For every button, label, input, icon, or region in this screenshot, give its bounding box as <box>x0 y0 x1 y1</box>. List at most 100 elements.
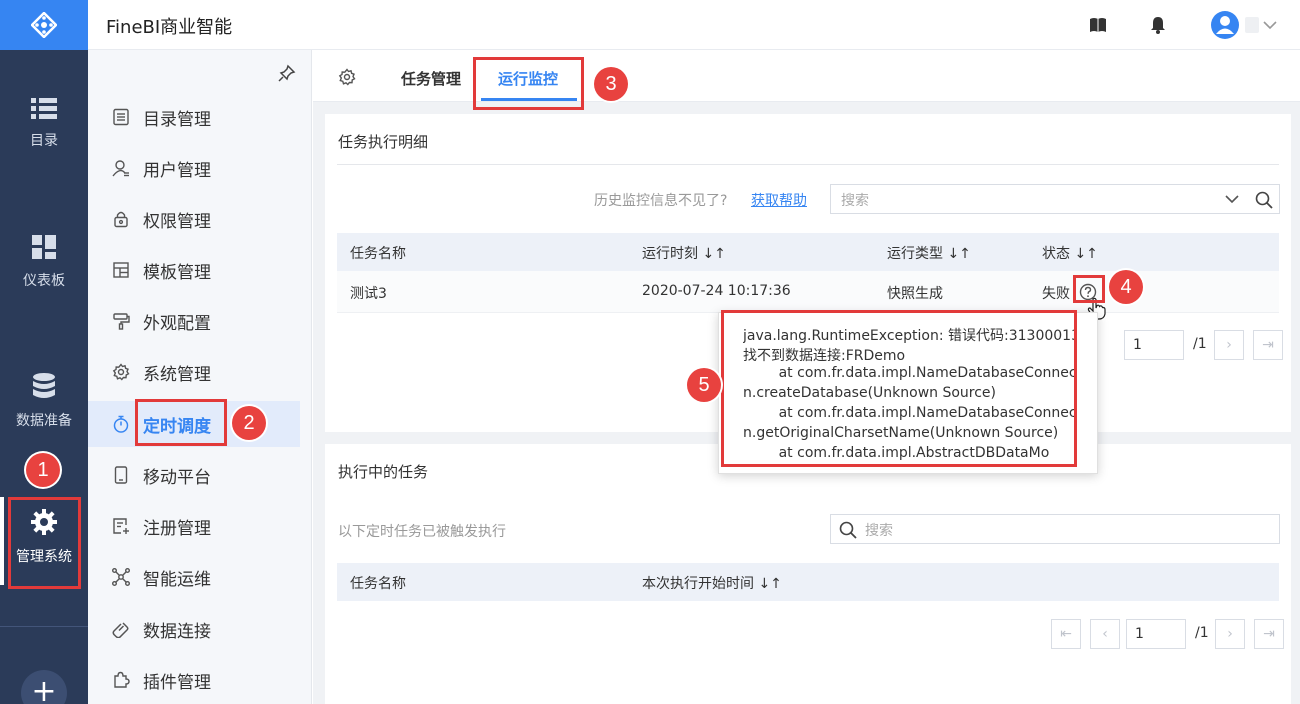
network-icon <box>112 568 130 586</box>
sidebar-item-appearance[interactable]: 外观配置 <box>88 298 300 344</box>
rail-item-catalog[interactable]: 目录 <box>0 96 88 150</box>
pager-prev-button[interactable]: ‹ <box>1090 619 1120 649</box>
brush-icon <box>113 313 130 330</box>
pager-last-button[interactable]: ⇥ <box>1254 619 1284 649</box>
rail-item-label: 仪表板 <box>23 273 65 289</box>
column-header-name[interactable]: 任务名称 <box>350 243 406 263</box>
user-icon <box>112 160 129 177</box>
link-icon <box>112 622 129 638</box>
pager-next-button[interactable]: › <box>1214 330 1244 360</box>
search-placeholder: 搜索 <box>865 523 893 539</box>
column-header-name[interactable]: 任务名称 <box>350 573 406 593</box>
pager-total: /1 <box>1193 336 1207 352</box>
hint-text: 以下定时任务已被触发执行 <box>338 524 506 540</box>
sidebar-item-label: 移动平台 <box>143 467 211 488</box>
column-header-time[interactable]: 运行时刻 ↓↑ <box>642 243 726 263</box>
bell-icon[interactable] <box>1150 16 1166 34</box>
column-header-status[interactable]: 状态 ↓↑ <box>1042 243 1098 263</box>
sidebar-item-label: 插件管理 <box>143 672 211 693</box>
step-badge: 2 <box>232 406 266 440</box>
catalog-icon <box>113 108 129 126</box>
sidebar-item-users[interactable]: 用户管理 <box>88 145 300 191</box>
sidebar-item-label: 注册管理 <box>143 518 211 539</box>
book-icon[interactable] <box>1089 17 1107 33</box>
sidebar-item-label: 用户管理 <box>143 160 211 181</box>
sidebar-item-templates[interactable]: 模板管理 <box>88 247 300 293</box>
timer-icon <box>113 415 129 433</box>
step-badge: 4 <box>1109 270 1143 304</box>
pager-first-button[interactable]: ⇤ <box>1051 619 1081 649</box>
tab-task-management[interactable]: 任务管理 <box>401 68 461 89</box>
search-input[interactable]: 搜索 <box>830 184 1280 214</box>
divider <box>337 164 1279 165</box>
pager-next-button[interactable]: › <box>1215 619 1245 649</box>
table-header: 任务名称 本次执行开始时间 ↓↑ <box>337 563 1279 601</box>
pager-page-input[interactable]: 1 <box>1126 619 1186 649</box>
help-link[interactable]: 获取帮助 <box>751 190 807 210</box>
annotation-box <box>135 399 227 446</box>
cell-name: 测试3 <box>350 286 387 302</box>
sidebar-item-label: 权限管理 <box>143 211 211 232</box>
dashboard-icon <box>32 235 56 259</box>
search-icon[interactable] <box>1255 191 1273 209</box>
rail-item-label: 数据准备 <box>16 413 72 429</box>
sidebar-item-label: 外观配置 <box>143 313 211 334</box>
help-text: 历史监控信息不见了? <box>594 193 728 209</box>
sidebar-item-permissions[interactable]: 权限管理 <box>88 196 300 242</box>
sidebar-item-registration[interactable]: 注册管理 <box>88 503 300 549</box>
add-button[interactable]: + <box>21 670 67 704</box>
rail-item-data-prep[interactable]: 数据准备 <box>0 372 88 430</box>
step-badge: 5 <box>687 368 721 402</box>
gear-icon <box>112 363 130 381</box>
sidebar-item-data-connection[interactable]: 数据连接 <box>88 606 300 652</box>
chevron-down-icon[interactable] <box>1225 194 1239 204</box>
pager-page-input[interactable]: 1 <box>1124 330 1184 360</box>
pin-icon[interactable] <box>278 64 296 82</box>
sidebar-item-label: 系统管理 <box>143 364 211 385</box>
sidebar-item-mobile[interactable]: 移动平台 <box>88 452 300 498</box>
logo-icon <box>31 12 57 38</box>
column-header-type[interactable]: 运行类型 ↓↑ <box>887 243 971 263</box>
sidebar-item-ops[interactable]: 智能运维 <box>88 554 300 600</box>
cell-type: 快照生成 <box>887 286 943 302</box>
pager-last-button[interactable]: ⇥ <box>1253 330 1283 360</box>
search-icon <box>839 521 857 539</box>
sidebar-item-system[interactable]: 系统管理 <box>88 349 300 395</box>
logo[interactable] <box>0 0 88 50</box>
annotation-box <box>8 497 81 589</box>
sidebar-item-plugins[interactable]: 插件管理 <box>88 657 300 703</box>
rail-item-dashboard[interactable]: 仪表板 <box>0 234 88 290</box>
running-tasks-card: 执行中的任务 以下定时任务已被触发执行 搜索 任务名称 本次执行开始时间 ↓↑ … <box>325 444 1291 704</box>
register-icon <box>113 518 129 534</box>
divider <box>0 626 88 627</box>
top-bar: FineBI商业智能 <box>88 0 1300 50</box>
step-badge: 1 <box>26 453 60 487</box>
table-header: 任务名称 运行时刻 ↓↑ 运行类型 ↓↑ 状态 ↓↑ <box>337 233 1279 271</box>
search-input[interactable]: 搜索 <box>830 514 1280 544</box>
app-title: FineBI商业智能 <box>106 17 233 38</box>
card-title: 执行中的任务 <box>338 463 429 481</box>
search-placeholder: 搜索 <box>841 193 869 209</box>
template-icon <box>113 262 129 278</box>
annotation-box <box>473 57 584 110</box>
sidebar-item-label: 智能运维 <box>143 569 211 590</box>
list-icon <box>31 98 57 119</box>
mobile-icon <box>114 466 128 484</box>
chevron-down-icon[interactable] <box>1263 20 1277 30</box>
cell-time: 2020-07-24 10:17:36 <box>642 283 791 299</box>
puzzle-icon <box>114 671 130 688</box>
user-name-masked <box>1245 17 1259 33</box>
step-badge: 3 <box>594 67 628 101</box>
tab-bar: 任务管理 运行监控 <box>313 50 1300 102</box>
sidebar-item-label: 数据连接 <box>143 621 211 642</box>
sidebar-item-catalog[interactable]: 目录管理 <box>88 94 300 140</box>
cell-status: 失败 <box>1042 286 1070 302</box>
admin-sidebar: 目录管理 用户管理 权限管理 模板管理 外观配置 系统管理 定时调度 移动平台 … <box>88 50 312 704</box>
card-title: 任务执行明细 <box>338 133 429 151</box>
lock-icon <box>114 211 128 228</box>
sidebar-item-label: 目录管理 <box>143 109 211 130</box>
settings-icon[interactable] <box>338 68 356 86</box>
column-header-start-time[interactable]: 本次执行开始时间 ↓↑ <box>642 573 782 593</box>
sidebar-item-label: 模板管理 <box>143 262 211 283</box>
avatar[interactable] <box>1211 11 1239 39</box>
